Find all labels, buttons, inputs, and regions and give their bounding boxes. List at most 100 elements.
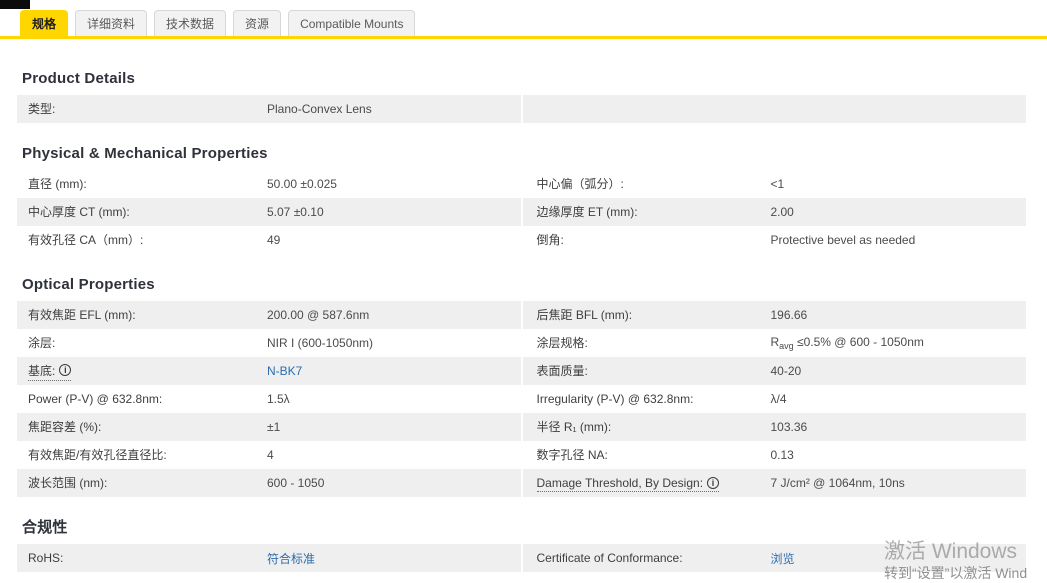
- spec-label: 边缘厚度 ET (mm):: [536, 205, 638, 219]
- spec-value: 4: [267, 448, 274, 462]
- spec-cell: 类型: Plano-Convex Lens: [17, 95, 521, 123]
- tab-technical-data[interactable]: 技术数据: [154, 10, 227, 36]
- substrate-nbk7-link[interactable]: N-BK7: [267, 364, 302, 378]
- spec-label: Power (P-V) @ 632.8nm:: [28, 392, 163, 406]
- spec-label: 涂层:: [28, 336, 56, 350]
- rohs-compliant-link[interactable]: 符合标准: [267, 550, 315, 567]
- spec-tab-bar: 规格 详细资料 技术数据 资源 Compatible Mounts: [20, 10, 416, 36]
- spec-cell: Power (P-V) @ 632.8nm: 1.5λ: [17, 385, 521, 413]
- spec-value: 40-20: [770, 364, 802, 378]
- spec-cell: 倒角: Protective bevel as needed: [522, 226, 1026, 254]
- tab-details[interactable]: 详细资料: [75, 10, 148, 36]
- spec-value: 600 - 1050: [267, 476, 325, 490]
- section-title-compliance: 合规性: [22, 519, 68, 536]
- spec-cell: 有效焦距 EFL (mm): 200.00 @ 587.6nm: [17, 301, 521, 329]
- spec-cell: 基底: i N-BK7: [17, 357, 521, 385]
- spec-value: 196.66: [770, 308, 808, 322]
- spec-cell-empty: [522, 95, 1026, 123]
- physical-properties-table: 直径 (mm): 50.00 ±0.025 中心偏（弧分）: <1 中心厚度 C…: [17, 170, 1026, 254]
- product-details-table: 类型: Plano-Convex Lens: [17, 95, 1026, 123]
- table-row: 波长范围 (nm): 600 - 1050 Damage Threshold, …: [17, 469, 1026, 497]
- spec-cell: 焦距容差 (%): ±1: [17, 413, 521, 441]
- spec-label: 波长范围 (nm):: [28, 476, 108, 490]
- table-row: 基底: i N-BK7 表面质量: 40-20: [17, 357, 1026, 385]
- spec-value: <1: [770, 177, 785, 191]
- tab-resources[interactable]: 资源: [233, 10, 282, 36]
- spec-cell: 直径 (mm): 50.00 ±0.025: [17, 170, 521, 198]
- spec-label: 倒角:: [536, 233, 564, 247]
- spec-value: NIR I (600-1050nm): [267, 336, 374, 350]
- spec-label: 直径 (mm):: [28, 177, 87, 191]
- section-title-physical: Physical & Mechanical Properties: [22, 145, 268, 162]
- spec-value: 0.13: [770, 448, 794, 462]
- spec-label: 有效孔径 CA（mm）:: [28, 233, 144, 247]
- coc-browse-link[interactable]: 浏览: [771, 550, 795, 567]
- spec-cell: 有效焦距/有效孔径直径比: 4: [17, 441, 521, 469]
- compliance-table: RoHS: 符合标准 Certificate of Conformance: 浏…: [17, 544, 1026, 572]
- spec-cell: 表面质量: 40-20: [522, 357, 1026, 385]
- spec-label: RoHS:: [28, 551, 64, 565]
- spec-cell: 波长范围 (nm): 600 - 1050: [17, 469, 521, 497]
- spec-label: 表面质量:: [536, 364, 588, 378]
- windows-activation-watermark-line2: 转到“设置”以激活 Wind: [884, 565, 1028, 581]
- spec-value: λ/4: [770, 392, 787, 406]
- spec-label: 焦距容差 (%):: [28, 420, 102, 434]
- section-title-optical: Optical Properties: [22, 276, 155, 293]
- table-row: 有效孔径 CA（mm）: 49 倒角: Protective bevel as …: [17, 226, 1026, 254]
- spec-value: 7 J/cm² @ 1064nm, 10ns: [770, 476, 905, 490]
- spec-value: 50.00 ±0.025: [267, 177, 337, 191]
- subscript-avg: avg: [779, 341, 794, 351]
- substrate-tooltip-trigger[interactable]: 基底: i: [28, 362, 72, 381]
- spec-value: 5.07 ±0.10: [267, 205, 324, 219]
- spec-label: 半径 R₁ (mm):: [536, 420, 612, 434]
- spec-label: 类型:: [28, 102, 56, 116]
- spec-label: 涂层规格:: [536, 336, 588, 350]
- table-row: 涂层: NIR I (600-1050nm) 涂层规格: Ravg ≤0.5% …: [17, 329, 1026, 357]
- spec-cell: 半径 R₁ (mm): 103.36: [522, 413, 1026, 441]
- spec-cell: Irregularity (P-V) @ 632.8nm: λ/4: [522, 385, 1026, 413]
- table-row: Power (P-V) @ 632.8nm: 1.5λ Irregularity…: [17, 385, 1026, 413]
- info-icon[interactable]: i: [707, 477, 720, 489]
- spec-cell: 中心偏（弧分）: <1: [522, 170, 1026, 198]
- table-row: 直径 (mm): 50.00 ±0.025 中心偏（弧分）: <1: [17, 170, 1026, 198]
- top-left-black-bar: [0, 0, 30, 9]
- spec-label: 有效焦距/有效孔径直径比:: [28, 448, 167, 462]
- spec-label: 后焦距 BFL (mm):: [536, 308, 633, 322]
- spec-cell: 有效孔径 CA（mm）: 49: [17, 226, 521, 254]
- damage-threshold-tooltip-trigger[interactable]: Damage Threshold, By Design: i: [536, 476, 720, 492]
- table-row: RoHS: 符合标准 Certificate of Conformance: 浏…: [17, 544, 1026, 572]
- section-title-product-details: Product Details: [22, 70, 136, 87]
- spec-cell: 涂层: NIR I (600-1050nm): [17, 329, 521, 357]
- spec-value: Protective bevel as needed: [770, 233, 916, 247]
- table-row: 有效焦距/有效孔径直径比: 4 数字孔径 NA: 0.13: [17, 441, 1026, 469]
- table-row: 焦距容差 (%): ±1 半径 R₁ (mm): 103.36: [17, 413, 1026, 441]
- table-row: 类型: Plano-Convex Lens: [17, 95, 1026, 123]
- spec-label: Irregularity (P-V) @ 632.8nm:: [536, 392, 694, 406]
- spec-cell: 后焦距 BFL (mm): 196.66: [522, 301, 1026, 329]
- tab-specifications[interactable]: 规格: [20, 10, 69, 36]
- spec-value: 49: [267, 233, 281, 247]
- spec-label: 数字孔径 NA:: [536, 448, 608, 462]
- spec-cell: Damage Threshold, By Design: i 7 J/cm² @ …: [522, 469, 1026, 497]
- spec-label: Certificate of Conformance:: [536, 551, 683, 565]
- spec-value-coating-spec: Ravg ≤0.5% @ 600 - 1050nm: [770, 335, 924, 351]
- table-row: 有效焦距 EFL (mm): 200.00 @ 587.6nm 后焦距 BFL …: [17, 301, 1026, 329]
- spec-label: 有效焦距 EFL (mm):: [28, 308, 136, 322]
- spec-value: 2.00: [770, 205, 794, 219]
- windows-activation-watermark-line1: 激活 Windows: [884, 540, 1018, 563]
- spec-value: ±1: [267, 420, 281, 434]
- spec-label: 基底:: [28, 363, 56, 378]
- optical-properties-table: 有效焦距 EFL (mm): 200.00 @ 587.6nm 后焦距 BFL …: [17, 301, 1026, 497]
- spec-cell: 涂层规格: Ravg ≤0.5% @ 600 - 1050nm: [522, 329, 1026, 357]
- tab-compatible-mounts[interactable]: Compatible Mounts: [288, 10, 416, 36]
- spec-value: Plano-Convex Lens: [267, 102, 372, 116]
- spec-cell: RoHS: 符合标准: [17, 544, 521, 572]
- spec-label: 中心偏（弧分）:: [536, 177, 624, 191]
- spec-content: Product Details 类型: Plano-Convex Lens Ph…: [17, 39, 1026, 572]
- spec-value: 103.36: [770, 420, 808, 434]
- spec-cell: 边缘厚度 ET (mm): 2.00: [522, 198, 1026, 226]
- info-icon[interactable]: i: [59, 364, 72, 376]
- spec-value: 1.5λ: [267, 392, 290, 406]
- spec-cell: 数字孔径 NA: 0.13: [522, 441, 1026, 469]
- spec-label: 中心厚度 CT (mm):: [28, 205, 130, 219]
